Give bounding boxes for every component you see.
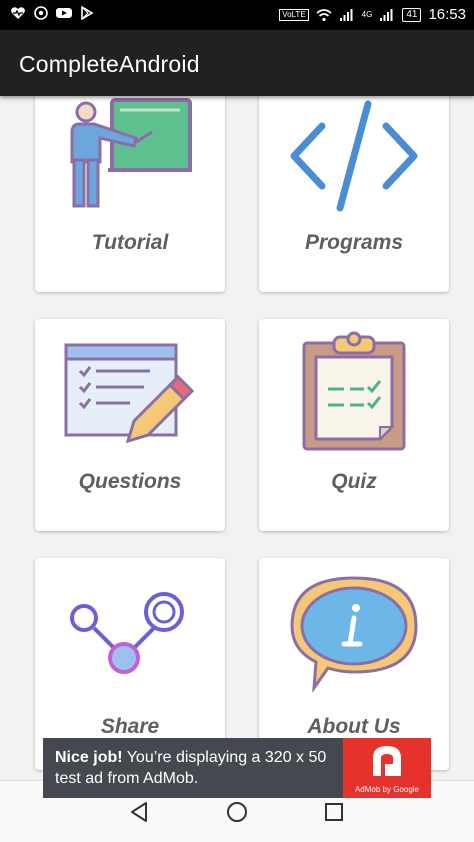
quiz-card[interactable]: Quiz [259, 319, 449, 531]
card-label: About Us [307, 715, 401, 738]
questions-card[interactable]: Questions [35, 319, 225, 531]
checklist-pencil-icon [64, 343, 195, 444]
share-icon [70, 592, 184, 674]
app-title: CompleteAndroid [19, 51, 200, 77]
menu-grid: Tutorial Programs Questions Quiz Share A… [0, 96, 474, 780]
card-label: Questions [78, 470, 182, 493]
network-type: 4G [361, 10, 373, 19]
youtube-icon [56, 8, 72, 18]
ad-brand: AdMob by Google [354, 785, 420, 794]
card-label: Quiz [331, 470, 377, 493]
health-heart-icon [11, 7, 25, 19]
ad-text: Nice job! You’re displaying a 320 x 50 t… [55, 747, 345, 789]
ad-headline: Nice job! [55, 749, 123, 766]
wifi-icon [316, 8, 332, 21]
play-store-icon [81, 6, 94, 20]
signal-icon-2 [380, 8, 393, 21]
code-icon [290, 100, 418, 212]
signal-icon [339, 8, 353, 21]
clipboard-icon [302, 331, 406, 451]
back-icon[interactable] [124, 797, 154, 827]
tutorial-card[interactable]: Tutorial [35, 96, 225, 292]
ad-banner[interactable]: Nice job! You’re displaying a 320 x 50 t… [43, 738, 431, 798]
app-bar: CompleteAndroid [0, 30, 474, 96]
status-bar: VoLTE 4G 41 16:53 [0, 0, 474, 30]
card-label: Tutorial [91, 231, 169, 254]
admob-icon [373, 746, 401, 776]
programs-card[interactable]: Programs [259, 96, 449, 292]
card-label: Programs [304, 231, 404, 254]
teacher-board-icon [70, 98, 192, 208]
whatsapp-icon [34, 6, 48, 20]
card-label: Share [100, 715, 160, 738]
recents-icon[interactable] [319, 797, 349, 827]
battery-indicator: 41 [402, 7, 422, 22]
home-icon[interactable] [222, 797, 252, 827]
admob-logo: AdMob by Google [343, 738, 431, 798]
volte-indicator: VoLTE [279, 8, 309, 21]
clock: 16:53 [428, 6, 466, 23]
info-bubble-icon [290, 576, 418, 692]
